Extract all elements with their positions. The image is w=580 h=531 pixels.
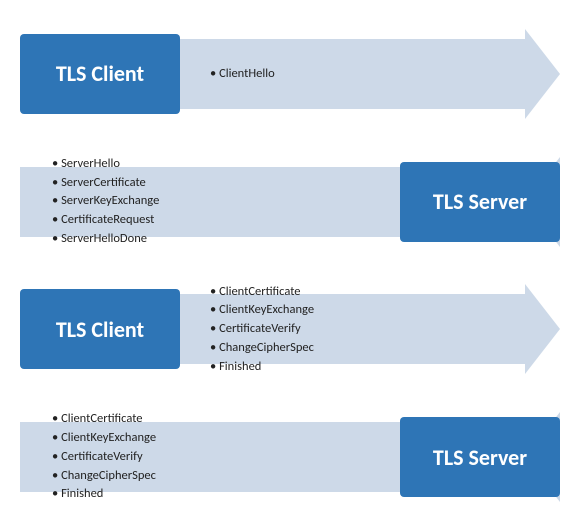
- row4-messages: ClientCertificate ClientKeyExchange Cert…: [32, 410, 355, 504]
- row2-msg-3: ServerKeyExchange: [52, 192, 345, 211]
- row2-msg-2: ServerCertificate: [52, 174, 345, 193]
- row3-messages: ClientCertificate ClientKeyExchange Cert…: [190, 283, 525, 377]
- row2-msg-5: ServerHelloDone: [52, 230, 345, 249]
- row3-msg-4: ChangeCipherSpec: [210, 339, 515, 358]
- row4-msg-3: CertificateVerify: [52, 448, 345, 467]
- row3-msg-1: ClientCertificate: [210, 283, 515, 302]
- row3-msg-2: ClientKeyExchange: [210, 301, 515, 320]
- row2-msg-1: ServerHello: [52, 155, 345, 174]
- row2-container: ServerHello ServerCertificate ServerKeyE…: [20, 157, 560, 247]
- row3-container: ClientCertificate ClientKeyExchange Cert…: [20, 284, 560, 374]
- row4-label: TLS Server: [400, 417, 560, 497]
- row4-msg-1: ClientCertificate: [52, 410, 345, 429]
- row3-msg-5: Finished: [210, 358, 515, 377]
- row4-container: ClientCertificate ClientKeyExchange Cert…: [20, 412, 560, 502]
- row3-msg-3: CertificateVerify: [210, 320, 515, 339]
- row2-messages: ServerHello ServerCertificate ServerKeyE…: [32, 155, 355, 249]
- row4-msg-4: ChangeCipherSpec: [52, 467, 345, 486]
- row3-label: TLS Client: [20, 289, 180, 369]
- row1-messages: ClientHello: [190, 65, 525, 84]
- row2-msg-4: CertificateRequest: [52, 211, 345, 230]
- row1-msg-1: ClientHello: [210, 65, 515, 84]
- row3-arrowhead: [525, 284, 560, 374]
- row4-msg-2: ClientKeyExchange: [52, 429, 345, 448]
- row4-msg-5: Finished: [52, 485, 345, 504]
- row2-label: TLS Server: [400, 162, 560, 242]
- row1-container: ClientHello TLS Client: [20, 29, 560, 119]
- row1-label: TLS Client: [20, 34, 180, 114]
- row1-arrowhead: [525, 29, 560, 119]
